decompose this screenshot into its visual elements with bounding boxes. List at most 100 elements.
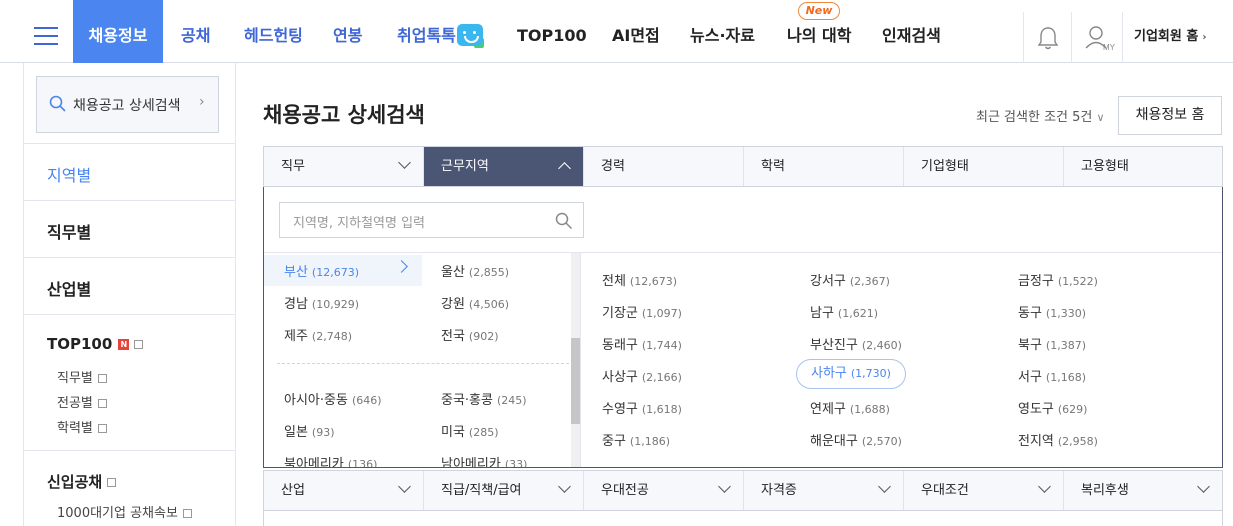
region-count: (12,673): [311, 266, 359, 279]
my-page-icon[interactable]: MY: [1084, 24, 1116, 52]
tab-industry[interactable]: 산업: [264, 471, 424, 510]
region-search-input[interactable]: 지역명, 지하철역명 입력: [279, 202, 584, 238]
district-item[interactable]: 동래구 (1,744): [602, 334, 682, 353]
sidebar-section: 지역별: [24, 143, 235, 200]
recruit-home-button[interactable]: 채용정보 홈: [1118, 96, 1222, 135]
new-window-icon: [97, 399, 107, 408]
menu-icon[interactable]: [34, 27, 58, 45]
region-item[interactable]: 미국 (285): [441, 421, 499, 440]
district-item[interactable]: 전체 (12,673): [602, 270, 677, 289]
tab-company-type[interactable]: 기업형태: [904, 147, 1064, 186]
sidebar-item-gongchae[interactable]: 신입공채: [47, 471, 117, 492]
district-item[interactable]: 수영구 (1,618): [602, 398, 682, 417]
sidebar-sub-job[interactable]: 직무별: [57, 367, 107, 386]
tab-label: 복리후생: [1081, 483, 1129, 498]
district-item[interactable]: 영도구 (629): [1018, 398, 1087, 417]
tab-education[interactable]: 학력: [744, 147, 904, 186]
chevron-down-icon: ∨: [1096, 111, 1105, 124]
nav-gongchae[interactable]: 공채: [181, 0, 210, 63]
tab-employment-type[interactable]: 고용형태: [1064, 147, 1222, 186]
tab-position-salary[interactable]: 직급/직책/급여: [424, 471, 584, 510]
district-item[interactable]: 서구 (1,168): [1018, 366, 1086, 385]
region-item[interactable]: 강원 (4,506): [441, 293, 509, 312]
district-count: (1,330): [1045, 307, 1086, 320]
district-item-selected[interactable]: 사하구 (1,730): [796, 359, 906, 389]
region-count: (2,748): [311, 330, 352, 343]
tab-certificate[interactable]: 자격증: [744, 471, 904, 510]
region-item[interactable]: 전국 (902): [441, 325, 499, 344]
region-item[interactable]: 부산 (12,673): [284, 261, 359, 280]
region-count: (646): [351, 394, 382, 407]
district-name: 영도구: [1018, 402, 1054, 417]
sidebar-sub-major[interactable]: 전공별: [57, 392, 107, 411]
nav-salary[interactable]: 연봉: [333, 0, 362, 63]
tab-work-region[interactable]: 근무지역: [424, 147, 584, 186]
nav-talent-search[interactable]: 인재검색: [882, 0, 941, 63]
corp-home-link[interactable]: 기업회원 홈 ›: [1134, 0, 1206, 63]
bell-icon[interactable]: [1036, 25, 1060, 51]
district-count: (2,166): [641, 371, 682, 384]
filter-tabs-primary: 직무 근무지역 경력 학력 기업형태 고용형태: [263, 146, 1223, 187]
recent-search-dropdown[interactable]: 최근 검색한 조건 5건 ∨: [976, 106, 1105, 125]
sidebar-item-region[interactable]: 지역별: [47, 162, 91, 186]
sidebar-item-industry[interactable]: 산업별: [47, 276, 91, 300]
region-item[interactable]: 제주 (2,748): [284, 325, 352, 344]
region-item[interactable]: 중국·홍콩 (245): [441, 389, 527, 408]
sidebar-sub-gongchae-news[interactable]: 1000대기업 공채속보: [57, 502, 192, 521]
region-item[interactable]: 울산 (2,855): [441, 261, 509, 280]
district-item[interactable]: 중구 (1,186): [602, 430, 670, 449]
sidebar-item-job[interactable]: 직무별: [47, 219, 91, 243]
district-count: (1,387): [1045, 339, 1086, 352]
region-item[interactable]: 일본 (93): [284, 421, 335, 440]
district-item[interactable]: 북구 (1,387): [1018, 334, 1086, 353]
district-name: 강서구: [810, 274, 846, 289]
district-count: (1,621): [837, 307, 878, 320]
district-item[interactable]: 해운대구 (2,570): [810, 430, 902, 449]
district-name: 동구: [1018, 306, 1042, 321]
nav-top100[interactable]: TOP100: [517, 0, 587, 63]
district-item[interactable]: 사상구 (2,166): [602, 366, 682, 385]
district-item[interactable]: 남구 (1,621): [810, 302, 878, 321]
tab-preferred-major[interactable]: 우대전공: [584, 471, 744, 510]
nav-news[interactable]: 뉴스·자료: [690, 0, 755, 63]
sidebar-sub-label: 학력별: [57, 421, 93, 436]
district-item[interactable]: 강서구 (2,367): [810, 270, 890, 289]
nav-headhunting[interactable]: 헤드헌팅: [244, 0, 303, 63]
district-item[interactable]: 전지역 (2,958): [1018, 430, 1098, 449]
nav-recruit[interactable]: 채용정보: [73, 0, 163, 63]
tab-label: 근무지역: [441, 159, 489, 174]
tab-label: 학력: [761, 159, 785, 174]
district-item[interactable]: 기장군 (1,097): [602, 302, 682, 321]
nav-ai-interview[interactable]: AI면접: [612, 0, 660, 63]
sidebar-detail-search-button[interactable]: 채용공고 상세검색 ›: [36, 76, 219, 133]
district-count: (2,367): [849, 275, 890, 288]
region-item[interactable]: 아시아·중동 (646): [284, 389, 382, 408]
tab-label: 경력: [601, 159, 625, 174]
tab-benefits[interactable]: 복리후생: [1064, 471, 1222, 510]
region-item[interactable]: 남아메리카 (33): [441, 453, 527, 467]
district-count: (1,744): [641, 339, 682, 352]
nav-talk[interactable]: 취업톡톡: [397, 0, 456, 63]
district-name: 기장군: [602, 306, 638, 321]
district-count: (1,186): [629, 435, 670, 448]
district-name: 중구: [602, 434, 626, 449]
district-count: (2,958): [1057, 435, 1098, 448]
sidebar-sub-education[interactable]: 학력별: [57, 417, 107, 436]
nav-divider: [1071, 12, 1072, 63]
district-item[interactable]: 부산진구 (2,460): [810, 334, 902, 353]
district-item[interactable]: 금정구 (1,522): [1018, 270, 1098, 289]
sidebar-section: 산업별: [24, 257, 235, 314]
search-icon[interactable]: [555, 212, 573, 230]
new-window-icon: [107, 478, 117, 487]
sidebar-item-top100[interactable]: TOP100 N: [47, 335, 144, 353]
page-title: 채용공고 상세검색: [263, 103, 425, 127]
tab-preferred-conditions[interactable]: 우대조건: [904, 471, 1064, 510]
chevron-down-icon: [878, 480, 891, 493]
tab-job[interactable]: 직무: [264, 147, 424, 186]
region-item[interactable]: 경남 (10,929): [284, 293, 359, 312]
district-item[interactable]: 연제구 (1,688): [810, 398, 890, 417]
scrollbar-thumb[interactable]: [571, 338, 580, 424]
region-item[interactable]: 북아메리카 (136): [284, 453, 377, 467]
tab-career[interactable]: 경력: [584, 147, 744, 186]
district-item[interactable]: 동구 (1,330): [1018, 302, 1086, 321]
